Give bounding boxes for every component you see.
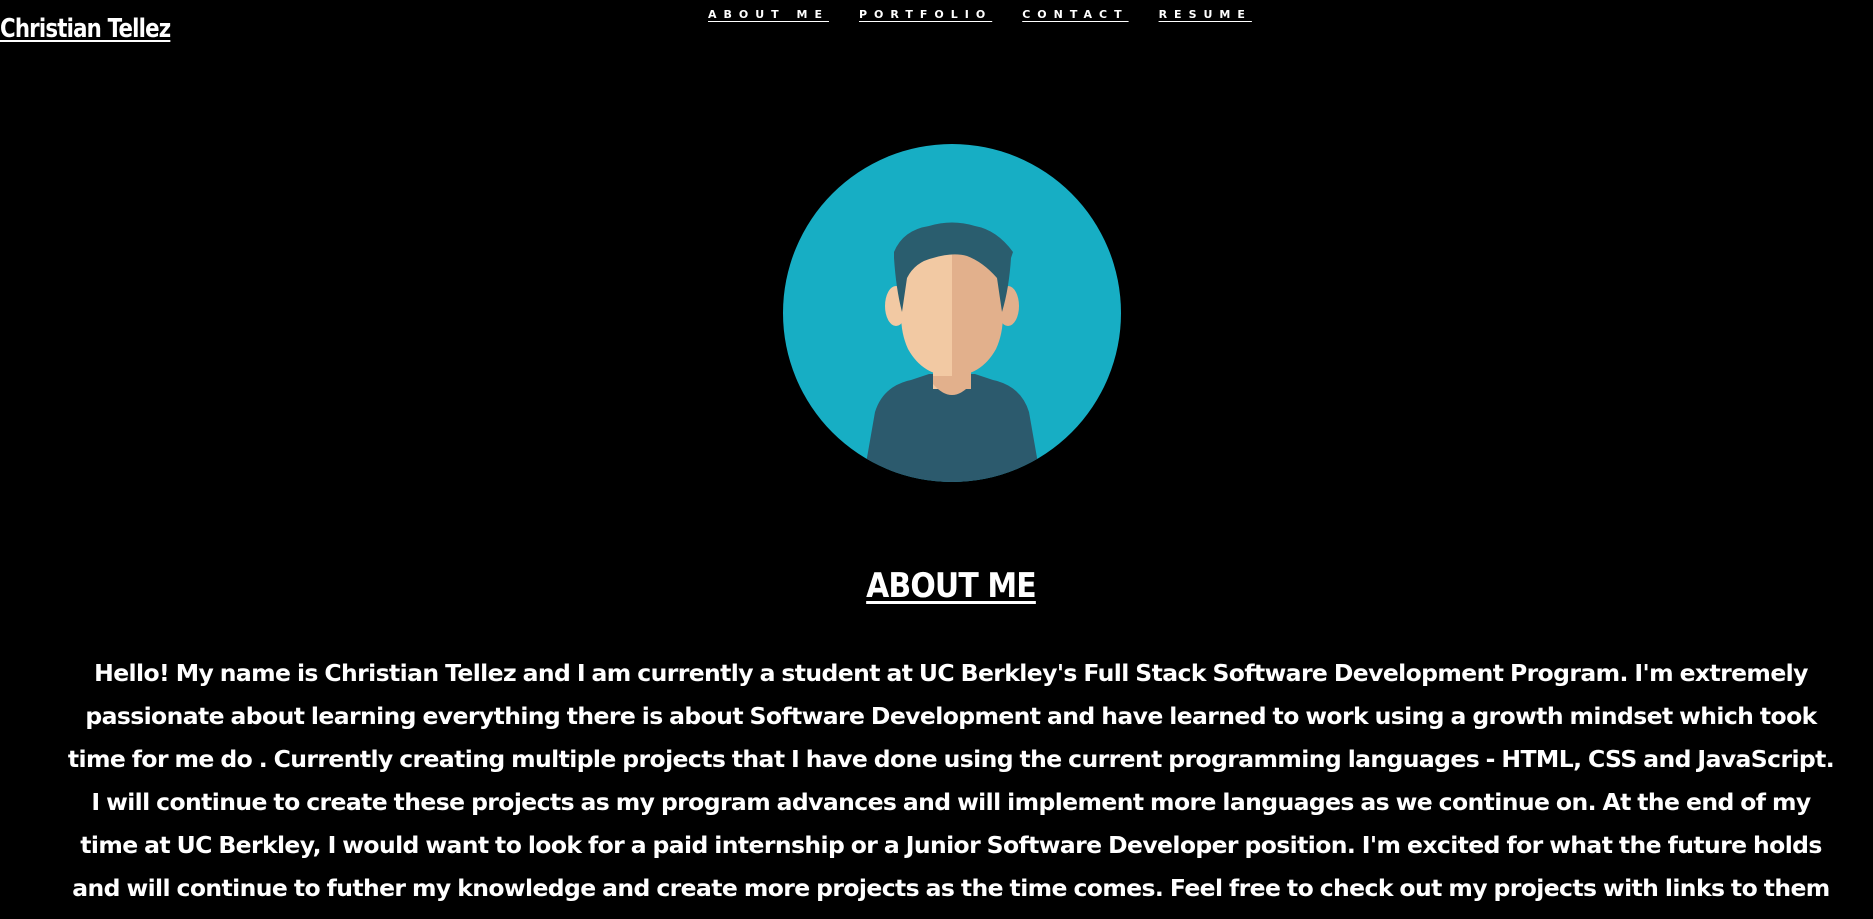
about-me-bio: Hello! My name is Christian Tellez and I… [67,659,1835,919]
main-nav: ABOUT ME PORTFOLIO CONTACT RESUME [708,8,1252,21]
person-avatar-icon [783,144,1121,482]
nav-portfolio-link[interactable]: PORTFOLIO [859,8,992,21]
profile-avatar [783,144,1121,482]
nav-resume-link[interactable]: RESUME [1159,8,1252,21]
nav-about-me-link[interactable]: ABOUT ME [708,8,829,21]
brand-name-link[interactable]: Christian Tellez [0,14,171,44]
about-me-heading: ABOUT ME [866,566,1037,607]
nav-contact-link[interactable]: CONTACT [1022,8,1128,21]
